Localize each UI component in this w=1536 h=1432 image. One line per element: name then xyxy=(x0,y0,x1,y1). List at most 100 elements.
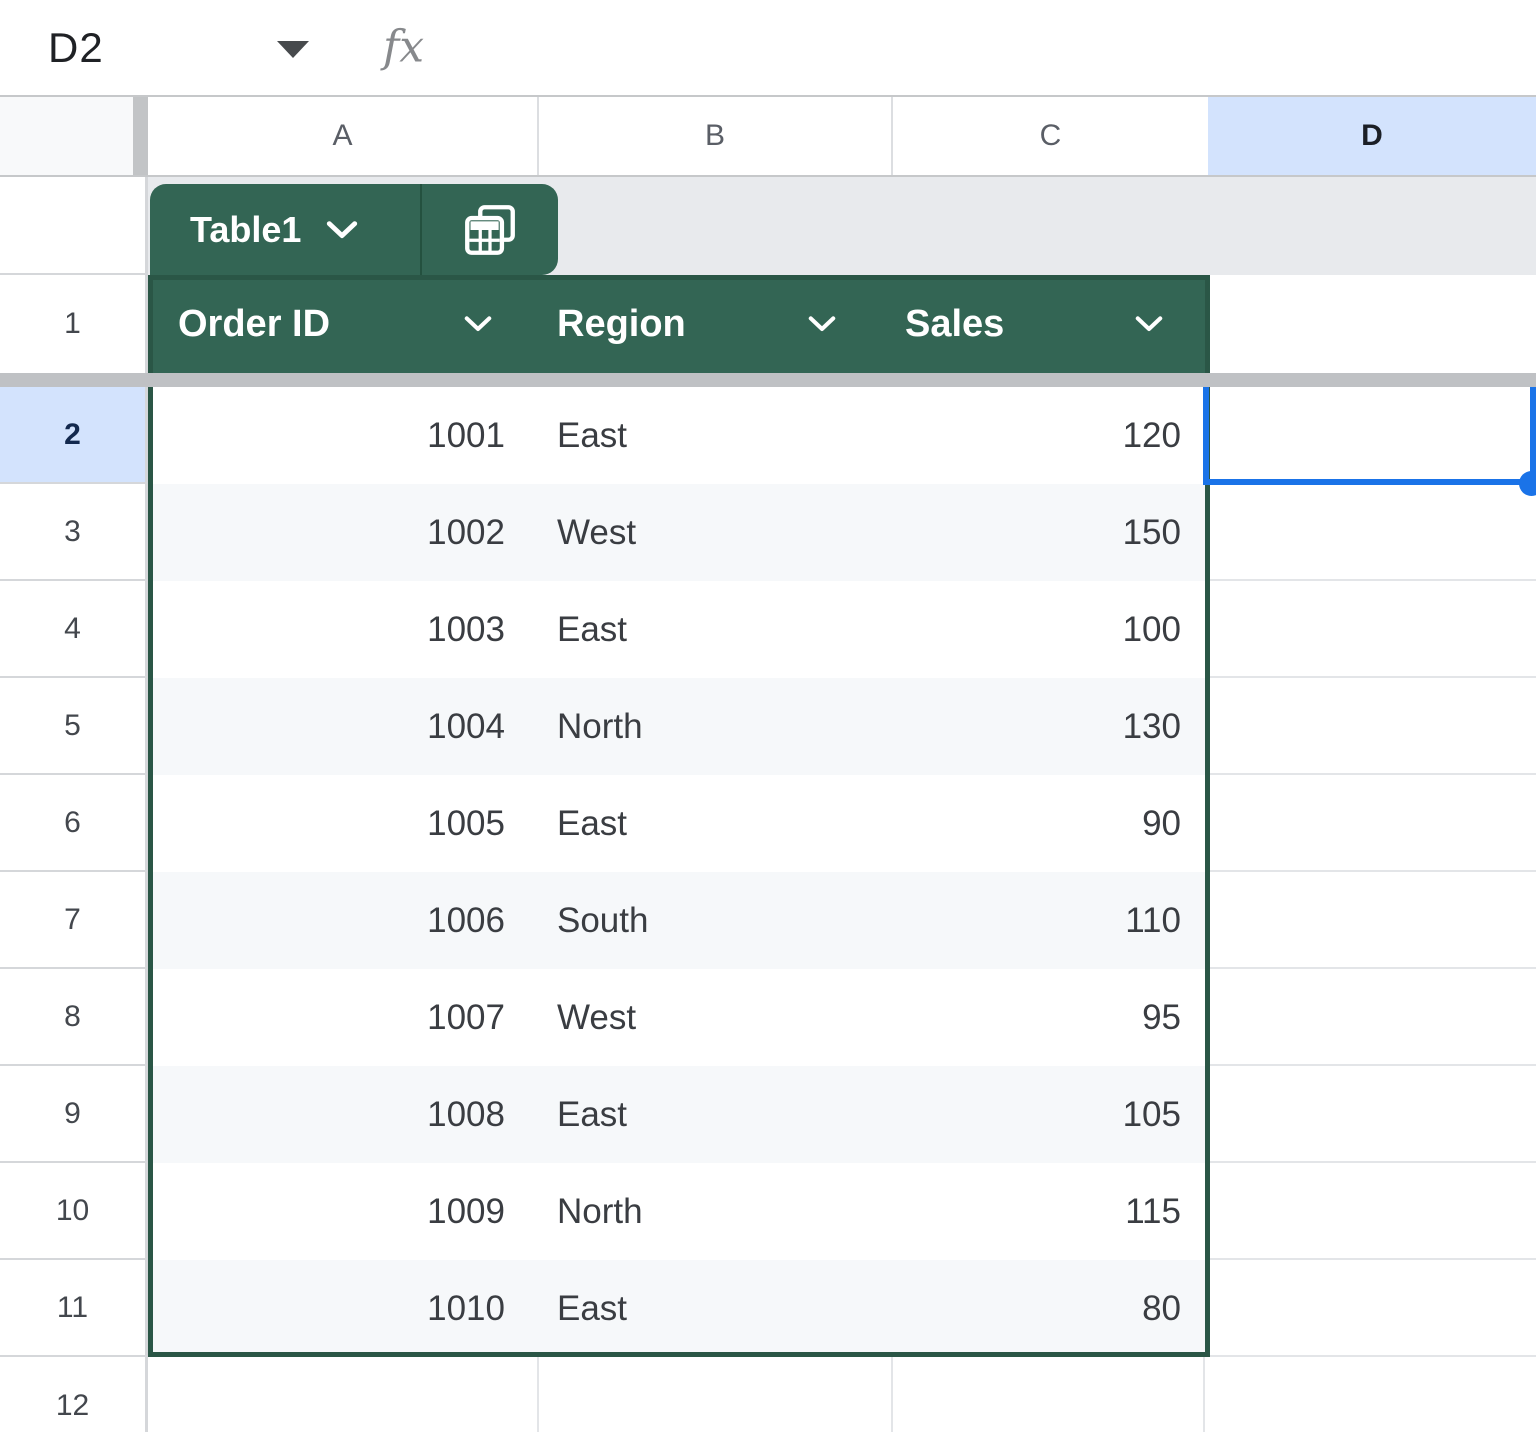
frozen-pane-divider-notch xyxy=(133,97,148,175)
row-header[interactable]: 10 xyxy=(0,1163,148,1260)
cell-sales[interactable]: 110 xyxy=(893,872,1205,969)
row-number: 12 xyxy=(56,1389,89,1423)
table-icon xyxy=(464,204,516,256)
cell-column-d[interactable] xyxy=(1205,1066,1536,1163)
column-header-a[interactable]: A xyxy=(148,97,539,175)
cell-column-d[interactable] xyxy=(1205,484,1536,581)
row-number: 9 xyxy=(64,1097,81,1131)
row-header[interactable]: 5 xyxy=(0,678,148,775)
row-header[interactable]: 6 xyxy=(0,775,148,872)
column-header-d-selected[interactable]: D xyxy=(1208,97,1536,175)
cell-a12[interactable] xyxy=(148,1357,539,1432)
cell-order-id[interactable]: 1005 xyxy=(148,775,539,872)
row-header[interactable]: 3 xyxy=(0,484,148,581)
column-filter-chevron-icon[interactable] xyxy=(1134,315,1164,333)
row-header-12[interactable]: 12 xyxy=(0,1357,148,1432)
cell-order-id[interactable]: 1001 xyxy=(148,387,539,484)
cell-region[interactable]: West xyxy=(539,484,893,581)
row-header[interactable]: 7 xyxy=(0,872,148,969)
row-number: 1 xyxy=(64,307,81,341)
row-header-1[interactable]: 1 xyxy=(0,275,148,373)
table-header-row: 1 Order ID Region Sales xyxy=(0,275,1536,373)
cell-column-d[interactable] xyxy=(1205,775,1536,872)
table-menu-button[interactable] xyxy=(422,184,558,275)
row-header[interactable]: 9 xyxy=(0,1066,148,1163)
column-header-c[interactable]: C xyxy=(893,97,1208,175)
cell-region[interactable]: East xyxy=(539,1066,893,1163)
cell-sales[interactable]: 105 xyxy=(893,1066,1205,1163)
empty-row-12: 12 xyxy=(0,1357,1536,1432)
cell-column-d[interactable] xyxy=(1205,1260,1536,1357)
cell-region[interactable]: South xyxy=(539,872,893,969)
row-number: 8 xyxy=(64,1000,81,1034)
cell-region[interactable]: West xyxy=(539,969,893,1066)
cell-order-id[interactable]: 1002 xyxy=(148,484,539,581)
table-row: 2 1001 East 120 xyxy=(0,387,1536,484)
cell-column-d[interactable] xyxy=(1205,387,1536,484)
cell-c12[interactable] xyxy=(893,1357,1205,1432)
row-number: 7 xyxy=(64,903,81,937)
name-box-dropdown-icon[interactable] xyxy=(277,41,309,58)
cell-order-id[interactable]: 1009 xyxy=(148,1163,539,1260)
cell-order-id[interactable]: 1006 xyxy=(148,872,539,969)
name-box[interactable]: D2 xyxy=(0,0,340,95)
table-name-chip[interactable]: Table1 xyxy=(150,184,558,275)
name-box-value: D2 xyxy=(48,24,104,72)
cell-column-d[interactable] xyxy=(1205,678,1536,775)
table-header-cells: Order ID Region Sales xyxy=(148,275,1208,373)
header-cell-sales[interactable]: Sales xyxy=(893,275,1208,373)
table-row: 3 1002 West 150 xyxy=(0,484,1536,581)
row-number: 3 xyxy=(64,515,81,549)
cell-region[interactable]: East xyxy=(539,581,893,678)
cell-sales[interactable]: 120 xyxy=(893,387,1205,484)
column-filter-chevron-icon[interactable] xyxy=(807,315,837,333)
row-number: 2 xyxy=(64,418,81,452)
row-header[interactable]: 2 xyxy=(0,387,148,484)
row-number: 6 xyxy=(64,806,81,840)
cell-sales[interactable]: 130 xyxy=(893,678,1205,775)
cell-region[interactable]: North xyxy=(539,678,893,775)
spreadsheet-app: D2 fx A B C D Table1 xyxy=(0,0,1536,1432)
column-filter-chevron-icon[interactable] xyxy=(463,315,493,333)
table-row: 8 1007 West 95 xyxy=(0,969,1536,1066)
cell-column-d[interactable] xyxy=(1205,581,1536,678)
cell-order-id[interactable]: 1010 xyxy=(148,1260,539,1357)
cell-sales[interactable]: 150 xyxy=(893,484,1205,581)
cell-column-d[interactable] xyxy=(1205,1163,1536,1260)
row-number: 5 xyxy=(64,709,81,743)
fx-icon: fx xyxy=(383,21,424,72)
row-number: 4 xyxy=(64,612,81,646)
table-row: 7 1006 South 110 xyxy=(0,872,1536,969)
cell-sales[interactable]: 80 xyxy=(893,1260,1205,1357)
row-header[interactable]: 8 xyxy=(0,969,148,1066)
row-number: 11 xyxy=(57,1291,88,1325)
cell-region[interactable]: East xyxy=(539,1260,893,1357)
cell-order-id[interactable]: 1007 xyxy=(148,969,539,1066)
cell-sales[interactable]: 90 xyxy=(893,775,1205,872)
cell-column-d[interactable] xyxy=(1205,969,1536,1066)
cell-order-id[interactable]: 1004 xyxy=(148,678,539,775)
cell-column-d[interactable] xyxy=(1205,872,1536,969)
cell-sales[interactable]: 95 xyxy=(893,969,1205,1066)
header-cell-order-id[interactable]: Order ID xyxy=(148,275,539,373)
column-header-b[interactable]: B xyxy=(539,97,893,175)
cell-b12[interactable] xyxy=(539,1357,893,1432)
cell-order-id[interactable]: 1003 xyxy=(148,581,539,678)
cell-region[interactable]: East xyxy=(539,775,893,872)
row-header[interactable]: 4 xyxy=(0,581,148,678)
cell-d12[interactable] xyxy=(1205,1357,1536,1432)
table-name-label: Table1 xyxy=(190,209,301,251)
frozen-row-divider[interactable] xyxy=(0,373,1536,387)
header-label: Region xyxy=(557,303,686,346)
cell-sales[interactable]: 100 xyxy=(893,581,1205,678)
row-header[interactable]: 11 xyxy=(0,1260,148,1357)
selection-border-left xyxy=(1203,387,1209,484)
row-header-blank[interactable] xyxy=(0,177,148,275)
cell-order-id[interactable]: 1008 xyxy=(148,1066,539,1163)
cell-region[interactable]: East xyxy=(539,387,893,484)
select-all-corner[interactable] xyxy=(0,97,133,175)
cell-region[interactable]: North xyxy=(539,1163,893,1260)
header-cell-region[interactable]: Region xyxy=(539,275,893,373)
table-name-button[interactable]: Table1 xyxy=(150,184,420,275)
cell-sales[interactable]: 115 xyxy=(893,1163,1205,1260)
